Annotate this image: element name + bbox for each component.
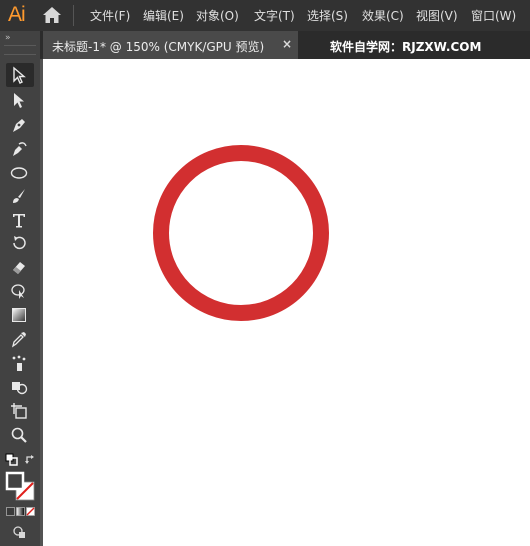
menu-object[interactable]: 对象(O) [196, 7, 239, 24]
close-icon[interactable]: × [282, 37, 292, 51]
menu-select[interactable]: 选择(S) [307, 7, 348, 24]
curvature-tool-icon[interactable] [6, 137, 34, 161]
menu-type[interactable]: 文字(T) [254, 7, 295, 24]
swap-colors-icon[interactable] [24, 453, 38, 467]
watermark-text: 软件自学网：RJZXW.COM [330, 40, 482, 54]
menu-edit[interactable]: 编辑(E) [143, 7, 184, 24]
menu-effect[interactable]: 效果(C) [362, 7, 404, 24]
document-tab[interactable]: 未标题-1* @ 150% (CMYK/GPU 预览) × [43, 31, 298, 59]
color-mode-buttons[interactable] [6, 507, 36, 517]
home-icon[interactable] [42, 6, 62, 24]
tools-panel: » [0, 31, 40, 546]
eraser-tool-icon[interactable] [6, 255, 34, 279]
type-tool-icon[interactable] [6, 208, 34, 232]
rotate-tool-icon[interactable] [6, 231, 34, 255]
menu-view[interactable]: 视图(V) [416, 7, 458, 24]
default-colors-icon[interactable] [5, 453, 19, 467]
artboard-tool-icon[interactable] [6, 399, 34, 423]
menu-window[interactable]: 窗口(W) [471, 7, 516, 24]
tools-panel-grip[interactable] [4, 45, 36, 55]
menu-bar: Ai 文件(F) 编辑(E) 对象(O) 文字(T) 选择(S) 效果(C) 视… [0, 0, 530, 31]
collapse-panel-icon[interactable]: » [5, 33, 10, 43]
zoom-tool-icon[interactable] [6, 423, 34, 447]
pen-tool-icon[interactable] [6, 113, 34, 137]
puppet-warp-tool-icon[interactable] [6, 279, 34, 303]
paintbrush-tool-icon[interactable] [6, 184, 34, 208]
document-tab-title: 未标题-1* @ 150% (CMYK/GPU 预览) [52, 40, 265, 54]
direct-selection-tool-icon[interactable] [6, 88, 34, 112]
symbol-sprayer-tool-icon[interactable] [6, 351, 34, 375]
app-logo: Ai [8, 3, 26, 26]
ellipse-tool-icon[interactable] [6, 161, 34, 185]
gradient-tool-icon[interactable] [6, 303, 34, 327]
circle-shape[interactable] [153, 145, 329, 321]
artboard-canvas[interactable] [43, 59, 530, 546]
fill-stroke-swatches[interactable] [4, 471, 38, 503]
menu-separator [73, 5, 74, 26]
eyedropper-tool-icon[interactable] [6, 327, 34, 351]
menu-file[interactable]: 文件(F) [90, 7, 130, 24]
selection-tool-icon[interactable] [6, 63, 34, 87]
drawing-modes-icon[interactable] [12, 525, 28, 539]
shape-builder-tool-icon[interactable] [6, 375, 34, 399]
